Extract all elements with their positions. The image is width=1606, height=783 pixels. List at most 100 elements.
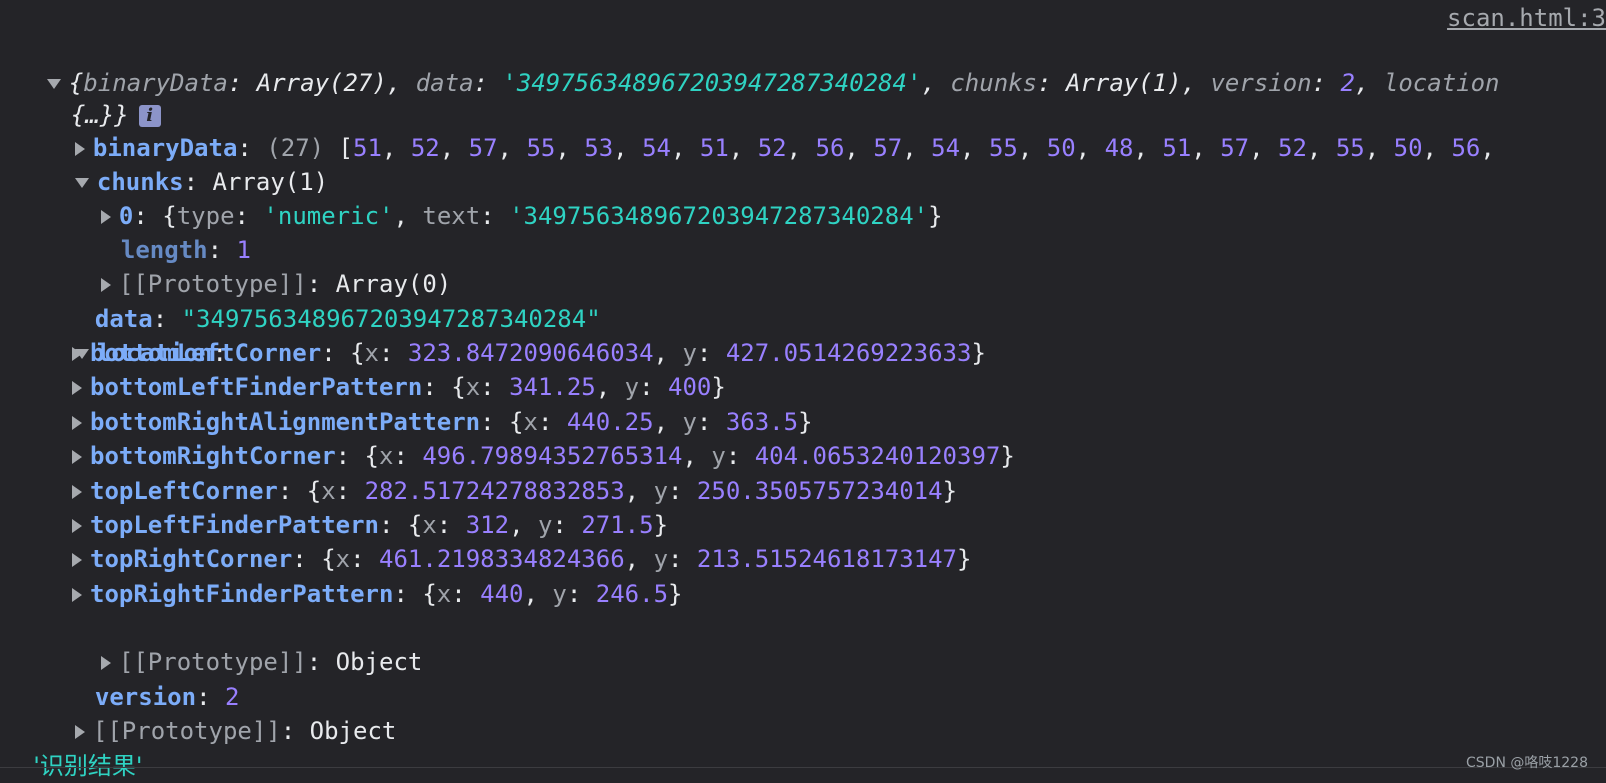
coord-x-val: 440.25 <box>566 407 654 436</box>
coord-x-key: x <box>422 511 437 539</box>
location-item-bottomLeftFinderPattern[interactable]: bottomLeftFinderPattern: {x: 341.25, y: … <box>72 370 726 404</box>
summary-comma: , <box>921 69 951 97</box>
binarydata-value: 55 <box>1335 134 1365 162</box>
coord-y-val: 246.5 <box>595 579 669 608</box>
location-item-bottomRightCorner[interactable]: bottomRightCorner: {x: 496.7989435276531… <box>72 439 1015 473</box>
coord-x-key: x <box>379 442 394 471</box>
coord-x-key: x <box>436 579 452 608</box>
coord-y-val: 404.0653240120397 <box>754 442 1001 471</box>
coord-x-key: x <box>364 339 379 367</box>
object-summary-cont: {…}} i <box>42 64 161 129</box>
coord-y-key: y <box>552 579 567 608</box>
coord-y-key: y <box>682 339 697 367</box>
summary-data-key: data <box>415 69 474 97</box>
coord-x-key: x <box>465 373 481 402</box>
location-item-bottomRightAlignmentPattern[interactable]: bottomRightAlignmentPattern: {x: 440.25,… <box>72 405 813 439</box>
coord-x-key: x <box>321 476 336 505</box>
chunk-type-val: 'numeric' <box>263 202 394 230</box>
binarydata-value: 51 <box>1162 134 1192 162</box>
coord-x-val: 440 <box>480 579 524 608</box>
expand-triangle-icon[interactable] <box>72 519 82 533</box>
coord-y-val: 250.3505757234014 <box>696 476 943 505</box>
coord-y-val: 400 <box>668 373 712 402</box>
coord-y-key: y <box>653 476 669 505</box>
expand-triangle-icon[interactable] <box>72 347 82 361</box>
binarydata-value: 48 <box>1104 134 1134 162</box>
root-proto-val: Object <box>309 717 397 745</box>
location-item-key: topRightFinderPattern <box>90 579 394 608</box>
root-proto-row[interactable]: [[Prototype]]: Object <box>46 680 396 745</box>
location-item-topLeftCorner[interactable]: topLeftCorner: {x: 282.51724278832853, y… <box>72 474 957 508</box>
result-string-row: '识别结果' <box>18 715 142 780</box>
binarydata-value: 50 <box>1046 134 1076 162</box>
summary-comma: , <box>386 69 416 97</box>
data-val: "349756348967203947287340284" <box>181 305 601 333</box>
expand-triangle-icon[interactable] <box>72 415 82 430</box>
summary-sep: : <box>1037 69 1066 97</box>
binarydata-value: 51 <box>353 134 382 162</box>
chunks-length-row: length: 1 <box>120 236 251 264</box>
summary-binary-val: Array(27) <box>256 69 387 97</box>
location-item-topRightCorner[interactable]: topRightCorner: {x: 461.2198334824366, y… <box>72 542 971 576</box>
chunk-text-val: '349756348967203947287340284' <box>509 202 929 230</box>
binarydata-value: 56 <box>815 134 845 162</box>
watermark: CSDN @咯吱1228 <box>1466 755 1588 771</box>
coord-y-val: 213.51524618173147 <box>696 545 958 574</box>
location-item-bottomLeftCorner[interactable]: bottomLeftCorner: {x: 323.8472090646034,… <box>72 336 986 370</box>
summary-comma: , <box>1354 69 1384 97</box>
chunks-item-0[interactable]: 0: {type: 'numeric', text: '349756348967… <box>72 165 943 230</box>
coord-y-key: y <box>653 545 669 574</box>
source-link[interactable]: scan.html:3 <box>1447 4 1606 32</box>
expand-triangle-icon[interactable] <box>72 587 82 602</box>
summary-sep: : <box>1311 69 1341 97</box>
summary-location-key: location <box>1383 69 1500 97</box>
chunk-text-key: text <box>422 202 481 230</box>
expand-triangle-icon[interactable] <box>72 553 82 568</box>
expand-triangle-icon[interactable] <box>72 381 82 396</box>
expand-triangle-icon[interactable] <box>72 450 82 465</box>
binarydata-value: 57 <box>1220 134 1250 162</box>
binarydata-value: 52 <box>757 134 787 162</box>
binarydata-value: 57 <box>468 134 498 162</box>
location-row[interactable]: location: <box>46 302 227 367</box>
coord-y-key: y <box>624 373 640 402</box>
summary-version-key: version <box>1210 69 1312 97</box>
location-item-key: bottomLeftFinderPattern <box>90 373 423 402</box>
summary-sep: : <box>227 69 257 97</box>
coord-y-val: 271.5 <box>581 511 654 539</box>
coord-x-val: 496.79894352765314 <box>422 442 683 471</box>
binarydata-value: 55 <box>988 134 1018 162</box>
summary-comma: , <box>1181 69 1211 97</box>
summary-chunks-key: chunks <box>950 69 1038 97</box>
location-item-key: bottomLeftCorner <box>90 339 322 367</box>
binarydata-value: 53 <box>584 134 614 162</box>
location-item-key: topRightCorner <box>90 545 293 574</box>
coord-y-val: 427.0514269223633 <box>725 339 972 367</box>
binarydata-value: 55 <box>526 134 556 162</box>
coord-x-key: x <box>523 407 538 436</box>
binarydata-value: 57 <box>873 134 903 162</box>
version-row: version: 2 <box>94 683 240 711</box>
object-summary[interactable]: {binaryData: Array(27), data: '349756348… <box>18 32 1499 97</box>
summary-data-val: '349756348967203947287340284' <box>502 69 922 97</box>
data-row: data: "349756348967203947287340284" <box>94 305 601 333</box>
coord-x-val: 461.2198334824366 <box>379 545 625 574</box>
summary-chunks-val: Array(1) <box>1065 69 1182 97</box>
chunks-row[interactable]: chunks: Array(1) <box>46 131 328 196</box>
coord-x-key: x <box>335 545 351 574</box>
location-item-topLeftFinderPattern[interactable]: topLeftFinderPattern: {x: 312, y: 271.5} <box>72 508 668 542</box>
coord-x-val: 282.51724278832853 <box>364 476 625 505</box>
location-item-topRightFinderPattern[interactable]: topRightFinderPattern: {x: 440, y: 246.5… <box>72 577 682 611</box>
summary-version-val: 2 <box>1340 69 1355 97</box>
coord-y-key: y <box>711 442 726 471</box>
location-proto-row[interactable]: [[Prototype]]: Object <box>72 611 422 676</box>
binarydata-value: 50 <box>1393 134 1423 162</box>
location-proto-val: Object <box>335 648 423 676</box>
chunks-proto-row[interactable]: [[Prototype]]: Array(0) <box>72 233 451 298</box>
console-divider <box>0 767 1606 768</box>
binarydata-value: 52 <box>410 134 440 162</box>
summary-sep: : <box>473 69 503 97</box>
binarydata-row[interactable]: binaryData: (27) [51, 52, 57, 55, 53, 54… <box>46 97 1509 162</box>
expand-triangle-icon[interactable] <box>72 484 82 499</box>
coord-y-key: y <box>682 407 697 436</box>
